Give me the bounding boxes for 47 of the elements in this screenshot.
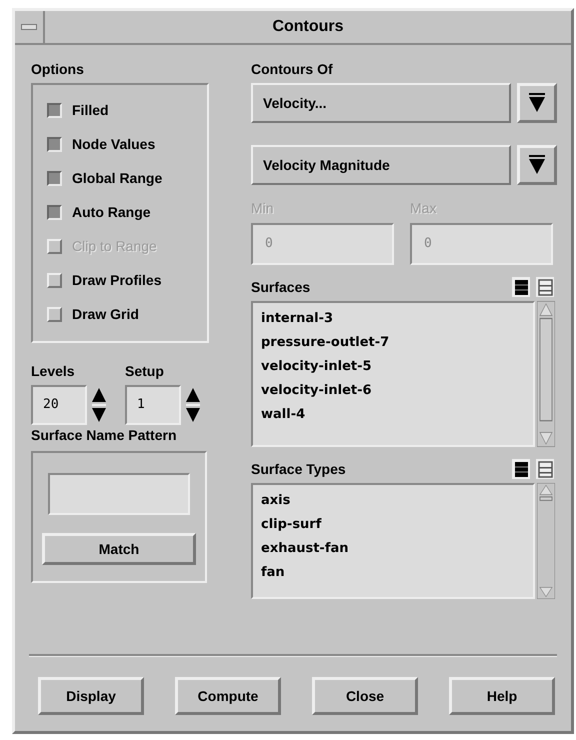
list-item[interactable]: fan xyxy=(261,561,525,585)
checkbox[interactable] xyxy=(47,170,62,186)
scrollbar[interactable] xyxy=(537,301,555,447)
list-item[interactable]: internal-3 xyxy=(261,307,525,331)
scrollbar[interactable] xyxy=(537,483,555,599)
pattern-field[interactable] xyxy=(48,473,190,515)
match-button[interactable]: Match xyxy=(42,533,196,565)
checkbox-label[interactable]: Auto Range xyxy=(72,204,151,220)
select-all-icon[interactable] xyxy=(512,459,530,479)
window-title: Contours xyxy=(271,17,345,37)
dropdown[interactable]: Velocity... xyxy=(251,83,511,123)
checkbox[interactable] xyxy=(47,204,62,220)
deselect-all-icon[interactable] xyxy=(536,459,554,479)
list-item[interactable]: axis xyxy=(261,489,525,513)
list-item[interactable]: wall-4 xyxy=(261,403,525,427)
checkbox-label[interactable]: Node Values xyxy=(72,136,156,152)
checkbox-label[interactable]: Filled xyxy=(72,102,109,118)
dropdown[interactable]: Velocity Magnitude xyxy=(251,145,511,185)
spinner-arrows-icon[interactable] xyxy=(185,387,201,423)
action-button[interactable]: Display xyxy=(38,677,144,715)
checkbox[interactable] xyxy=(47,102,62,118)
list-item[interactable]: velocity-inlet-5 xyxy=(261,355,525,379)
list-item[interactable]: pressure-outlet-7 xyxy=(261,331,525,355)
pattern-label: Surface Name Pattern xyxy=(31,426,178,445)
spinner-label: Setup xyxy=(125,362,165,381)
list-item[interactable]: clip-surf xyxy=(261,513,525,537)
checkbox-label[interactable]: Draw Grid xyxy=(72,306,139,322)
contours-of-label: Contours Of xyxy=(251,60,334,79)
deselect-all-icon[interactable] xyxy=(536,277,554,297)
dropdown-arrow-icon[interactable] xyxy=(517,83,557,123)
dropdown-arrow-icon[interactable] xyxy=(517,145,557,185)
action-button[interactable]: Help xyxy=(449,677,555,715)
spinner-label: Levels xyxy=(31,362,76,381)
list-label: Surface Types xyxy=(251,460,347,479)
list-item[interactable]: velocity-inlet-6 xyxy=(261,379,525,403)
number-field[interactable]: 20 xyxy=(31,385,87,425)
action-button[interactable]: Close xyxy=(312,677,418,715)
action-button[interactable]: Compute xyxy=(175,677,281,715)
options-label: Options xyxy=(31,60,85,79)
number-field[interactable]: 1 xyxy=(125,385,181,425)
list-item[interactable]: exhaust-fan xyxy=(261,537,525,561)
spinner-arrows-icon[interactable] xyxy=(91,387,107,423)
select-all-icon[interactable] xyxy=(512,277,530,297)
checkbox[interactable] xyxy=(47,136,62,152)
list-label: Surfaces xyxy=(251,278,312,297)
checkbox-label[interactable]: Global Range xyxy=(72,170,162,186)
checkbox-label[interactable]: Draw Profiles xyxy=(72,272,162,288)
